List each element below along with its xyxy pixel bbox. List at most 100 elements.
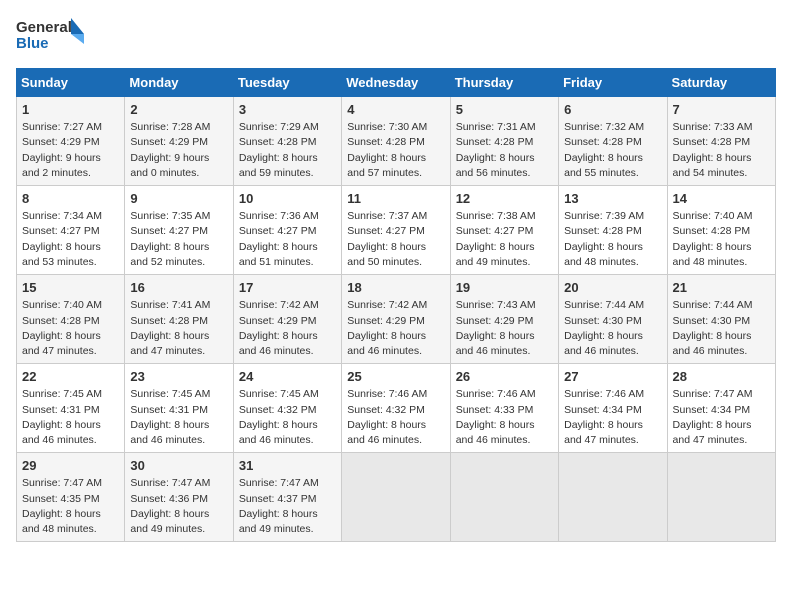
day-info: Sunrise: 7:40 AM Sunset: 4:28 PM Dayligh…: [673, 209, 770, 270]
calendar-cell: 18Sunrise: 7:42 AM Sunset: 4:29 PM Dayli…: [342, 275, 450, 364]
calendar-header-tuesday: Tuesday: [233, 69, 341, 97]
day-info: Sunrise: 7:27 AM Sunset: 4:29 PM Dayligh…: [22, 120, 119, 181]
calendar-week-row: 1Sunrise: 7:27 AM Sunset: 4:29 PM Daylig…: [17, 97, 776, 186]
day-number: 30: [130, 457, 227, 475]
calendar-cell: 29Sunrise: 7:47 AM Sunset: 4:35 PM Dayli…: [17, 453, 125, 542]
day-info: Sunrise: 7:43 AM Sunset: 4:29 PM Dayligh…: [456, 298, 553, 359]
calendar-header-friday: Friday: [559, 69, 667, 97]
day-info: Sunrise: 7:46 AM Sunset: 4:33 PM Dayligh…: [456, 387, 553, 448]
calendar-cell: 27Sunrise: 7:46 AM Sunset: 4:34 PM Dayli…: [559, 364, 667, 453]
day-info: Sunrise: 7:42 AM Sunset: 4:29 PM Dayligh…: [239, 298, 336, 359]
calendar-week-row: 22Sunrise: 7:45 AM Sunset: 4:31 PM Dayli…: [17, 364, 776, 453]
calendar-cell: 11Sunrise: 7:37 AM Sunset: 4:27 PM Dayli…: [342, 186, 450, 275]
day-number: 21: [673, 279, 770, 297]
day-number: 3: [239, 101, 336, 119]
day-info: Sunrise: 7:47 AM Sunset: 4:34 PM Dayligh…: [673, 387, 770, 448]
day-info: Sunrise: 7:32 AM Sunset: 4:28 PM Dayligh…: [564, 120, 661, 181]
day-number: 25: [347, 368, 444, 386]
calendar-cell: 26Sunrise: 7:46 AM Sunset: 4:33 PM Dayli…: [450, 364, 558, 453]
calendar-cell: 15Sunrise: 7:40 AM Sunset: 4:28 PM Dayli…: [17, 275, 125, 364]
calendar-cell: 25Sunrise: 7:46 AM Sunset: 4:32 PM Dayli…: [342, 364, 450, 453]
calendar-cell: [667, 453, 775, 542]
calendar-header-wednesday: Wednesday: [342, 69, 450, 97]
calendar-cell: 13Sunrise: 7:39 AM Sunset: 4:28 PM Dayli…: [559, 186, 667, 275]
day-info: Sunrise: 7:47 AM Sunset: 4:37 PM Dayligh…: [239, 476, 336, 537]
day-info: Sunrise: 7:46 AM Sunset: 4:34 PM Dayligh…: [564, 387, 661, 448]
day-number: 29: [22, 457, 119, 475]
calendar-cell: 6Sunrise: 7:32 AM Sunset: 4:28 PM Daylig…: [559, 97, 667, 186]
day-number: 2: [130, 101, 227, 119]
calendar-week-row: 29Sunrise: 7:47 AM Sunset: 4:35 PM Dayli…: [17, 453, 776, 542]
day-info: Sunrise: 7:45 AM Sunset: 4:31 PM Dayligh…: [22, 387, 119, 448]
calendar-cell: 20Sunrise: 7:44 AM Sunset: 4:30 PM Dayli…: [559, 275, 667, 364]
logo-svg: General Blue: [16, 16, 86, 56]
calendar-table: SundayMondayTuesdayWednesdayThursdayFrid…: [16, 68, 776, 542]
calendar-cell: 12Sunrise: 7:38 AM Sunset: 4:27 PM Dayli…: [450, 186, 558, 275]
day-number: 24: [239, 368, 336, 386]
day-info: Sunrise: 7:29 AM Sunset: 4:28 PM Dayligh…: [239, 120, 336, 181]
day-number: 26: [456, 368, 553, 386]
calendar-cell: 10Sunrise: 7:36 AM Sunset: 4:27 PM Dayli…: [233, 186, 341, 275]
day-number: 13: [564, 190, 661, 208]
calendar-cell: [342, 453, 450, 542]
day-number: 7: [673, 101, 770, 119]
day-number: 19: [456, 279, 553, 297]
calendar-cell: 30Sunrise: 7:47 AM Sunset: 4:36 PM Dayli…: [125, 453, 233, 542]
day-number: 18: [347, 279, 444, 297]
calendar-cell: 22Sunrise: 7:45 AM Sunset: 4:31 PM Dayli…: [17, 364, 125, 453]
calendar-week-row: 8Sunrise: 7:34 AM Sunset: 4:27 PM Daylig…: [17, 186, 776, 275]
calendar-header-sunday: Sunday: [17, 69, 125, 97]
svg-text:Blue: Blue: [16, 35, 49, 52]
calendar-header-thursday: Thursday: [450, 69, 558, 97]
day-info: Sunrise: 7:28 AM Sunset: 4:29 PM Dayligh…: [130, 120, 227, 181]
day-number: 12: [456, 190, 553, 208]
day-number: 20: [564, 279, 661, 297]
day-info: Sunrise: 7:33 AM Sunset: 4:28 PM Dayligh…: [673, 120, 770, 181]
day-info: Sunrise: 7:47 AM Sunset: 4:36 PM Dayligh…: [130, 476, 227, 537]
calendar-cell: 5Sunrise: 7:31 AM Sunset: 4:28 PM Daylig…: [450, 97, 558, 186]
calendar-header-monday: Monday: [125, 69, 233, 97]
calendar-header-saturday: Saturday: [667, 69, 775, 97]
day-info: Sunrise: 7:47 AM Sunset: 4:35 PM Dayligh…: [22, 476, 119, 537]
day-number: 8: [22, 190, 119, 208]
day-number: 4: [347, 101, 444, 119]
calendar-cell: 3Sunrise: 7:29 AM Sunset: 4:28 PM Daylig…: [233, 97, 341, 186]
calendar-cell: 7Sunrise: 7:33 AM Sunset: 4:28 PM Daylig…: [667, 97, 775, 186]
day-number: 5: [456, 101, 553, 119]
day-info: Sunrise: 7:44 AM Sunset: 4:30 PM Dayligh…: [564, 298, 661, 359]
calendar-cell: 17Sunrise: 7:42 AM Sunset: 4:29 PM Dayli…: [233, 275, 341, 364]
day-info: Sunrise: 7:44 AM Sunset: 4:30 PM Dayligh…: [673, 298, 770, 359]
calendar-cell: 31Sunrise: 7:47 AM Sunset: 4:37 PM Dayli…: [233, 453, 341, 542]
calendar-cell: 23Sunrise: 7:45 AM Sunset: 4:31 PM Dayli…: [125, 364, 233, 453]
day-number: 23: [130, 368, 227, 386]
page-header: General Blue: [16, 16, 776, 56]
day-number: 15: [22, 279, 119, 297]
day-info: Sunrise: 7:31 AM Sunset: 4:28 PM Dayligh…: [456, 120, 553, 181]
day-number: 16: [130, 279, 227, 297]
calendar-cell: [450, 453, 558, 542]
day-info: Sunrise: 7:41 AM Sunset: 4:28 PM Dayligh…: [130, 298, 227, 359]
day-number: 11: [347, 190, 444, 208]
calendar-cell: 19Sunrise: 7:43 AM Sunset: 4:29 PM Dayli…: [450, 275, 558, 364]
calendar-cell: 8Sunrise: 7:34 AM Sunset: 4:27 PM Daylig…: [17, 186, 125, 275]
calendar-header-row: SundayMondayTuesdayWednesdayThursdayFrid…: [17, 69, 776, 97]
day-info: Sunrise: 7:40 AM Sunset: 4:28 PM Dayligh…: [22, 298, 119, 359]
calendar-cell: 28Sunrise: 7:47 AM Sunset: 4:34 PM Dayli…: [667, 364, 775, 453]
day-info: Sunrise: 7:30 AM Sunset: 4:28 PM Dayligh…: [347, 120, 444, 181]
calendar-cell: 14Sunrise: 7:40 AM Sunset: 4:28 PM Dayli…: [667, 186, 775, 275]
calendar-cell: 16Sunrise: 7:41 AM Sunset: 4:28 PM Dayli…: [125, 275, 233, 364]
logo: General Blue: [16, 16, 86, 56]
calendar-week-row: 15Sunrise: 7:40 AM Sunset: 4:28 PM Dayli…: [17, 275, 776, 364]
calendar-cell: 2Sunrise: 7:28 AM Sunset: 4:29 PM Daylig…: [125, 97, 233, 186]
calendar-cell: [559, 453, 667, 542]
day-info: Sunrise: 7:37 AM Sunset: 4:27 PM Dayligh…: [347, 209, 444, 270]
day-info: Sunrise: 7:46 AM Sunset: 4:32 PM Dayligh…: [347, 387, 444, 448]
calendar-cell: 4Sunrise: 7:30 AM Sunset: 4:28 PM Daylig…: [342, 97, 450, 186]
day-info: Sunrise: 7:42 AM Sunset: 4:29 PM Dayligh…: [347, 298, 444, 359]
day-number: 9: [130, 190, 227, 208]
day-number: 31: [239, 457, 336, 475]
day-number: 1: [22, 101, 119, 119]
day-info: Sunrise: 7:38 AM Sunset: 4:27 PM Dayligh…: [456, 209, 553, 270]
day-number: 27: [564, 368, 661, 386]
day-number: 17: [239, 279, 336, 297]
